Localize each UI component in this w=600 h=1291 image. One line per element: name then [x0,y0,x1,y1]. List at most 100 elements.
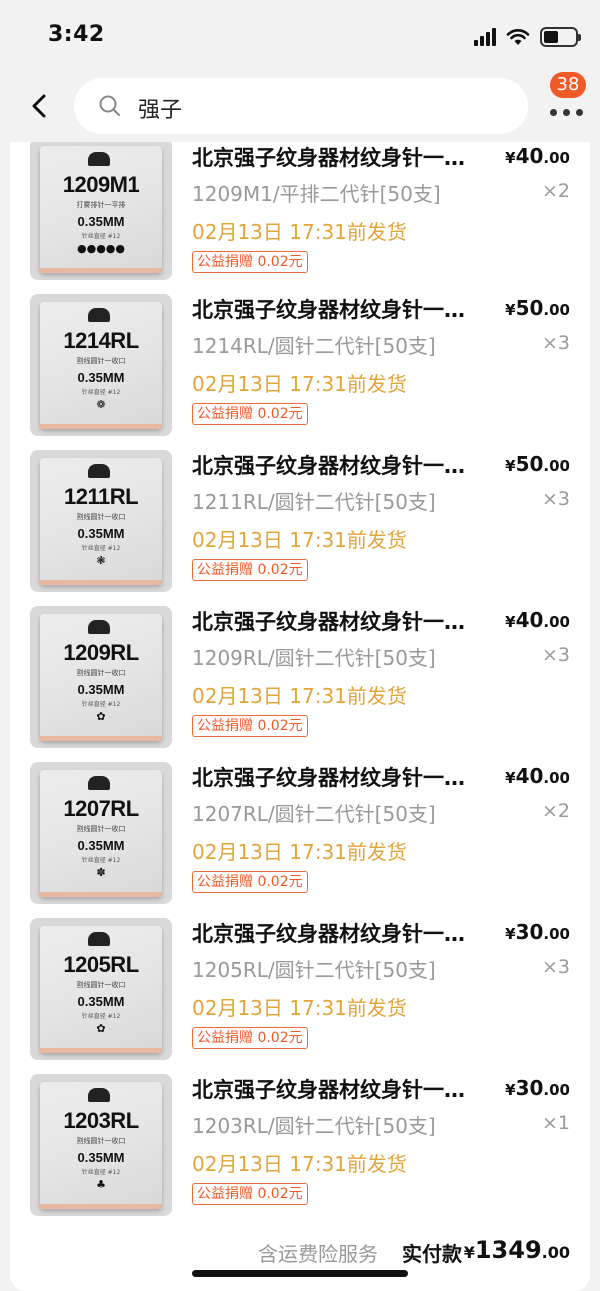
needle-config-icon: ●●●●● [77,242,125,255]
thumb-subtitle: 割线圆针一收口 [76,825,126,833]
order-item[interactable]: 1211RL 割线圆针一收口 0.35MM 针丝直径 #12 ❃ 北京强子纹身器… [10,450,590,606]
thumb-subtitle-2: 针丝直径 #12 [81,233,121,240]
product-title[interactable]: 北京强子纹身器材纹身针一… [192,762,492,792]
status-time: 3:42 [48,22,105,47]
order-item[interactable]: 1209M1 打雾排针一平排 0.35MM 针丝直径 #12 ●●●●● 北京强… [10,142,590,298]
shipping-time: 02月13日 17:31前发货 [192,684,407,708]
product-price: ¥50.00 [505,452,570,476]
charity-badge: 公益捐赠 0.02元 [192,559,308,581]
shipping-time: 02月13日 17:31前发货 [192,372,407,396]
status-icons [474,26,581,48]
order-item[interactable]: 1214RL 割线圆针一收口 0.35MM 针丝直径 #12 ❁ 北京强子纹身器… [10,294,590,450]
product-title[interactable]: 北京强子纹身器材纹身针一… [192,294,492,324]
product-variant: 1209RL/圆针二代针[50支] [192,646,436,670]
more-options-icon[interactable] [544,102,588,122]
product-quantity: ×2 [541,180,570,202]
brand-logo-icon [88,932,110,946]
product-thumbnail[interactable]: 1209M1 打雾排针一平排 0.35MM 针丝直径 #12 ●●●●● [30,142,172,280]
needle-config-icon: ♣ [96,1178,106,1191]
status-bar: 3:42 [0,0,600,72]
order-item[interactable]: 1209RL 割线圆针一收口 0.35MM 针丝直径 #12 ✿ 北京强子纹身器… [10,606,590,762]
product-title[interactable]: 北京强子纹身器材纹身针一… [192,918,492,948]
product-thumbnail[interactable]: 1211RL 割线圆针一收口 0.35MM 针丝直径 #12 ❃ [30,450,172,592]
product-price: ¥30.00 [505,920,570,944]
brand-logo-icon [88,1088,110,1102]
product-quantity: ×3 [541,956,570,978]
product-price: ¥50.00 [505,296,570,320]
home-indicator[interactable] [192,1270,408,1277]
shipping-time: 02月13日 17:31前发货 [192,528,407,552]
thumb-size: 0.35MM [77,214,125,229]
search-query: 强子 [138,98,183,123]
thumb-code: 1203RL [63,1108,139,1133]
shipping-time: 02月13日 17:31前发货 [192,220,407,244]
order-card: 1209M1 打雾排针一平排 0.35MM 针丝直径 #12 ●●●●● 北京强… [10,142,590,1291]
shipping-insurance-label: 含运费险服务 [258,1242,378,1266]
thumb-size: 0.35MM [77,1150,125,1165]
product-title[interactable]: 北京强子纹身器材纹身针一… [192,450,492,480]
thumb-subtitle-2: 针丝直径 #12 [81,857,121,864]
product-title[interactable]: 北京强子纹身器材纹身针一… [192,142,492,172]
search-header: 强子 [0,72,600,142]
order-item[interactable]: 1205RL 割线圆针一收口 0.35MM 针丝直径 #12 ✿ 北京强子纹身器… [10,918,590,1074]
charity-badge: 公益捐赠 0.02元 [192,403,308,425]
thumb-subtitle: 割线圆针一收口 [76,669,126,677]
product-quantity: ×3 [541,644,570,666]
charity-badge: 公益捐赠 0.02元 [192,251,308,273]
back-icon[interactable] [22,88,58,124]
order-summary: 含运费险服务 实付款 ¥1349.00 [10,1234,590,1274]
product-quantity: ×1 [541,1112,570,1134]
thumb-code: 1214RL [63,328,139,353]
search-icon [99,95,120,116]
product-variant: 1207RL/圆针二代针[50支] [192,802,436,826]
product-variant: 1209M1/平排二代针[50支] [192,182,441,206]
thumb-subtitle-2: 针丝直径 #12 [81,545,121,552]
product-title[interactable]: 北京强子纹身器材纹身针一… [192,606,492,636]
charity-badge: 公益捐赠 0.02元 [192,871,308,893]
charity-badge: 公益捐赠 0.02元 [192,715,308,737]
product-quantity: ×2 [541,800,570,822]
thumb-code: 1211RL [63,484,139,509]
product-thumbnail[interactable]: 1205RL 割线圆针一收口 0.35MM 针丝直径 #12 ✿ [30,918,172,1060]
shipping-time: 02月13日 17:31前发货 [192,840,407,864]
thumb-size: 0.35MM [77,838,125,853]
product-quantity: ×3 [541,488,570,510]
needle-config-icon: ❃ [96,554,106,567]
product-title[interactable]: 北京强子纹身器材纹身针一… [192,1074,492,1104]
search-input[interactable]: 强子 [74,78,528,134]
brand-logo-icon [88,152,110,166]
thumb-code: 1209M1 [62,172,140,197]
thumb-code: 1205RL [63,952,139,977]
thumb-size: 0.35MM [77,370,125,385]
thumb-subtitle: 割线圆针一收口 [76,357,126,365]
order-total: ¥1349.00 [463,1236,570,1264]
wifi-icon [506,29,530,45]
charity-badge: 公益捐赠 0.02元 [192,1183,308,1205]
thumb-subtitle-2: 针丝直径 #12 [81,389,121,396]
thumb-code: 1209RL [63,640,139,665]
signal-icon [474,28,496,46]
needle-config-icon: ✽ [96,866,106,879]
product-quantity: ×3 [541,332,570,354]
product-variant: 1203RL/圆针二代针[50支] [192,1114,436,1138]
needle-config-icon: ✿ [96,710,106,723]
thumb-subtitle: 割线圆针一收口 [76,981,126,989]
order-item[interactable]: 1207RL 割线圆针一收口 0.35MM 针丝直径 #12 ✽ 北京强子纹身器… [10,762,590,918]
product-thumbnail[interactable]: 1203RL 割线圆针一收口 0.35MM 针丝直径 #12 ♣ [30,1074,172,1216]
product-thumbnail[interactable]: 1207RL 割线圆针一收口 0.35MM 针丝直径 #12 ✽ [30,762,172,904]
thumb-subtitle: 打雾排针一平排 [76,201,126,209]
brand-logo-icon [88,776,110,790]
order-item[interactable]: 1203RL 割线圆针一收口 0.35MM 针丝直径 #12 ♣ 北京强子纹身器… [10,1074,590,1230]
product-thumbnail[interactable]: 1214RL 割线圆针一收口 0.35MM 针丝直径 #12 ❁ [30,294,172,436]
needle-config-icon: ✿ [96,1022,106,1035]
brand-logo-icon [88,464,110,478]
thumb-subtitle: 割线圆针一收口 [76,1137,126,1145]
charity-badge: 公益捐赠 0.02元 [192,1027,308,1049]
message-count-badge: 38 [550,72,586,98]
shipping-time: 02月13日 17:31前发货 [192,1152,407,1176]
thumb-size: 0.35MM [77,526,125,541]
thumb-size: 0.35MM [77,994,125,1009]
product-thumbnail[interactable]: 1209RL 割线圆针一收口 0.35MM 针丝直径 #12 ✿ [30,606,172,748]
product-price: ¥30.00 [505,1076,570,1100]
thumb-subtitle-2: 针丝直径 #12 [81,701,121,708]
